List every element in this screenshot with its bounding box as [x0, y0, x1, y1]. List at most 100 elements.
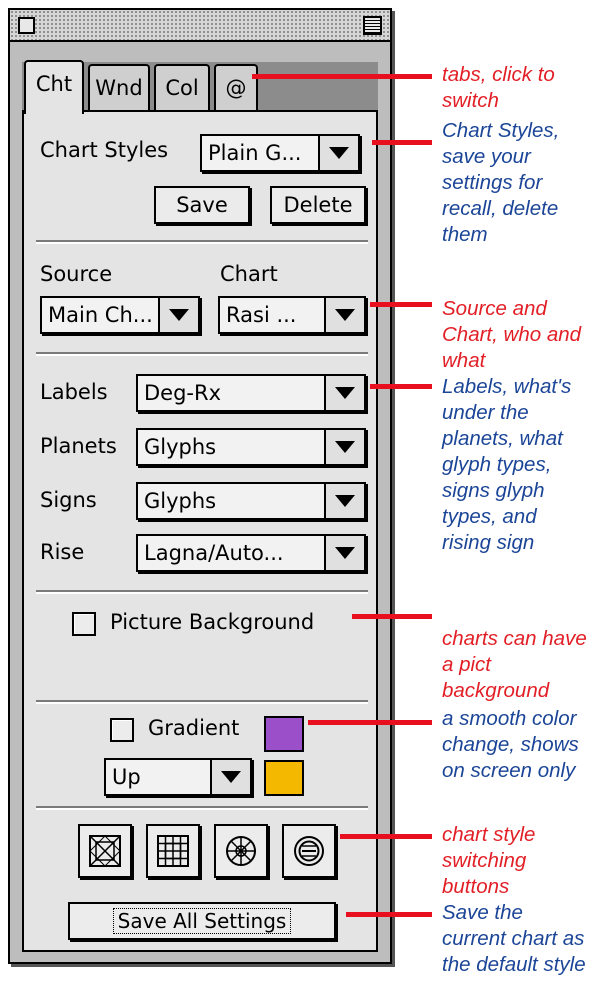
- note-line: charts can have: [442, 627, 587, 650]
- signs-select[interactable]: Glyphs: [136, 482, 366, 520]
- chevron-down-icon: [324, 376, 364, 410]
- chart-palette-window: Cht Wnd Col @ Chart Styles Plain G... Sa…: [8, 8, 392, 964]
- note-line: current chart as: [442, 927, 585, 950]
- tab-wnd[interactable]: Wnd: [88, 64, 150, 112]
- wheel-chart-button[interactable]: [214, 824, 268, 878]
- save-all-note: Save the current chart as the default st…: [442, 900, 612, 978]
- rise-select[interactable]: Lagna/Auto...: [136, 534, 366, 572]
- chevron-down-icon: [324, 430, 364, 464]
- note-line: them: [442, 223, 488, 246]
- gradient-checkbox[interactable]: [110, 718, 134, 742]
- note-line: signs glyph: [442, 479, 545, 502]
- labels-label: Labels: [40, 380, 108, 404]
- style-buttons-pointer: [340, 834, 432, 839]
- chevron-down-icon: [324, 298, 364, 332]
- close-box-icon[interactable]: [18, 17, 35, 34]
- note-line: chart style: [442, 823, 536, 846]
- note-line: settings for: [442, 171, 543, 194]
- signs-value: Glyphs: [144, 489, 217, 513]
- chart-settings-panel: Chart Styles Plain G... Save Delete Sour…: [22, 110, 378, 952]
- planets-value: Glyphs: [144, 435, 217, 459]
- collapse-box-icon[interactable]: [363, 16, 382, 35]
- picture-background-label: Picture Background: [110, 610, 315, 634]
- style-buttons-note: chart style switching buttons: [442, 822, 612, 900]
- tab-at[interactable]: @: [214, 64, 258, 112]
- tabs-pointer: [252, 74, 432, 79]
- circle-chart-icon: [294, 836, 324, 866]
- planets-label: Planets: [40, 434, 117, 458]
- note-line: the default style: [442, 953, 586, 976]
- divider: [36, 352, 368, 356]
- tab-col[interactable]: Col: [154, 64, 210, 112]
- gradient-bottom-color-swatch[interactable]: [264, 760, 304, 796]
- picture-background-checkbox[interactable]: [72, 612, 96, 636]
- source-select[interactable]: Main Ch...: [40, 296, 200, 334]
- source-pointer: [370, 302, 432, 307]
- grid-chart-icon: [157, 835, 189, 867]
- labels-select[interactable]: Deg-Rx: [136, 374, 366, 412]
- chevron-down-icon: [324, 536, 364, 570]
- note-line: rising sign: [442, 531, 535, 554]
- divider: [36, 240, 368, 244]
- grid-chart-button[interactable]: [146, 824, 200, 878]
- gradient-label: Gradient: [148, 716, 240, 740]
- divider: [36, 590, 368, 594]
- chart-label: Chart: [220, 262, 278, 286]
- chart-styles-select[interactable]: Plain G...: [200, 134, 360, 172]
- chart-styles-label: Chart Styles: [40, 138, 169, 162]
- signs-label: Signs: [40, 488, 97, 512]
- note-line: recall, delete: [442, 197, 559, 220]
- note-line: tabs, click to: [442, 63, 555, 86]
- labels-note: Labels, what's under the planets, what g…: [442, 374, 612, 556]
- gradient-note: a smooth color change, shows on screen o…: [442, 706, 612, 784]
- gradient-top-color-swatch[interactable]: [264, 716, 304, 752]
- save-style-button[interactable]: Save: [154, 186, 250, 224]
- note-line: switch: [442, 89, 499, 112]
- note-line: change, shows: [442, 733, 579, 756]
- save-all-settings-label: Save All Settings: [112, 908, 292, 934]
- note-line: Save the: [442, 901, 523, 924]
- tab-cht[interactable]: Cht: [24, 60, 84, 114]
- picture-background-note: charts can have a pict background: [442, 626, 612, 704]
- note-line: background: [442, 679, 550, 702]
- tabs-note: tabs, click to switch: [442, 62, 612, 114]
- gradient-pointer: [308, 720, 432, 725]
- chart-value: Rasi ...: [226, 303, 297, 327]
- note-line: types, and: [442, 505, 537, 528]
- picture-background-pointer: [352, 614, 432, 619]
- planets-select[interactable]: Glyphs: [136, 428, 366, 466]
- source-value: Main Ch...: [48, 303, 153, 327]
- labels-pointer: [370, 384, 432, 389]
- note-line: planets, what: [442, 427, 563, 450]
- chevron-down-icon: [318, 136, 358, 170]
- wheel-chart-icon: [226, 836, 256, 866]
- note-line: glyph types,: [442, 453, 552, 476]
- chevron-down-icon: [210, 760, 250, 794]
- rise-value: Lagna/Auto...: [144, 541, 284, 565]
- note-line: a pict: [442, 653, 491, 676]
- note-line: Source and: [442, 297, 547, 320]
- south-indian-chart-icon: [89, 835, 121, 867]
- gradient-direction-select[interactable]: Up: [104, 758, 252, 796]
- note-line: buttons: [442, 875, 510, 898]
- save-all-settings-button[interactable]: Save All Settings: [68, 902, 336, 940]
- note-line: save your: [442, 145, 531, 168]
- title-bar[interactable]: [10, 10, 390, 42]
- chevron-down-icon: [158, 298, 198, 332]
- chart-styles-pointer: [372, 140, 432, 145]
- divider: [36, 700, 368, 704]
- note-line: Chart, who and: [442, 323, 582, 346]
- note-line: under the: [442, 401, 529, 424]
- divider: [36, 806, 368, 810]
- labels-value: Deg-Rx: [144, 381, 222, 405]
- south-indian-chart-button[interactable]: [78, 824, 132, 878]
- chart-styles-value: Plain G...: [208, 141, 302, 165]
- note-line: Labels, what's: [442, 375, 572, 398]
- note-line: what: [442, 349, 486, 372]
- delete-style-button[interactable]: Delete: [270, 186, 366, 224]
- note-line: Chart Styles,: [442, 119, 560, 142]
- chart-select[interactable]: Rasi ...: [218, 296, 366, 334]
- chart-styles-note: Chart Styles, save your settings for rec…: [442, 118, 612, 248]
- gradient-direction-value: Up: [112, 765, 141, 789]
- circle-chart-button[interactable]: [282, 824, 336, 878]
